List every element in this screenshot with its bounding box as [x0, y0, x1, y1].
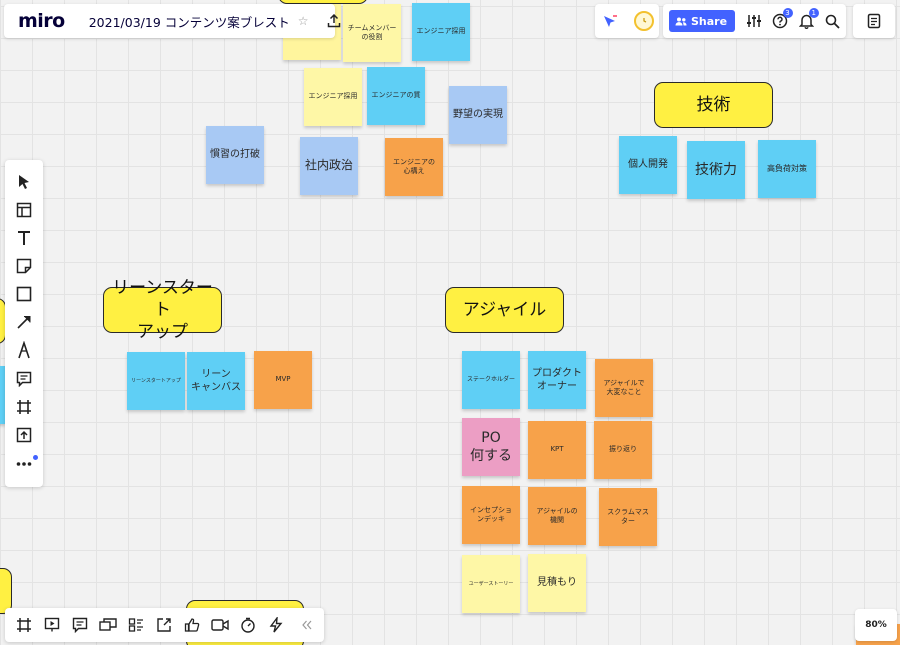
notification-bell-icon[interactable]: 1: [794, 7, 820, 35]
sticky-note[interactable]: 技術力: [687, 141, 745, 199]
sticky-note[interactable]: 高負荷対策: [758, 140, 816, 198]
help-icon[interactable]: 3: [767, 7, 793, 35]
video-call-icon[interactable]: [208, 613, 232, 637]
screen-share-icon[interactable]: [96, 613, 120, 637]
sticky-note-icon[interactable]: [12, 254, 36, 278]
search-icon[interactable]: [820, 7, 846, 35]
sticky-note[interactable]: ステークホルダー: [462, 351, 520, 409]
templates-icon[interactable]: [12, 198, 36, 222]
sticky-note[interactable]: KPT: [528, 421, 586, 479]
collaboration-bar: [595, 4, 659, 38]
cards-icon[interactable]: [124, 613, 148, 637]
sticky-note[interactable]: 社内政治: [300, 137, 358, 195]
notification-badge: 1: [808, 8, 819, 18]
miro-logo[interactable]: miro: [4, 10, 79, 32]
sticky-note[interactable]: インセプショ ンデッキ: [462, 486, 520, 544]
sticky-note[interactable]: ユーザーストーリー: [462, 555, 520, 613]
frame-label-lean-startup[interactable]: リーンスタート アップ: [103, 278, 222, 342]
help-badge: 3: [782, 8, 793, 18]
connection-line-icon[interactable]: [12, 310, 36, 334]
share-button[interactable]: Share: [669, 10, 736, 32]
board-header: miro 2021/03/19 コンテンツ案ブレスト ☆: [4, 4, 340, 38]
select-icon[interactable]: [12, 170, 36, 194]
new-feature-dot: [33, 455, 38, 460]
sticky-note[interactable]: アジャイルで 大変なこと: [595, 359, 653, 417]
sticky-note[interactable]: 慣習の打破: [206, 126, 264, 184]
timer-icon[interactable]: [236, 613, 260, 637]
zoom-level[interactable]: 80%: [855, 609, 897, 641]
sticky-note[interactable]: アジャイルの 機関: [528, 487, 586, 545]
star-icon[interactable]: ☆: [298, 14, 321, 28]
frames-icon[interactable]: [12, 613, 36, 637]
sticky-note[interactable]: エンジニアの質: [367, 67, 425, 125]
share-label: Share: [691, 14, 728, 28]
left-toolbar: [5, 160, 43, 487]
frame-label-agile[interactable]: アジャイル: [445, 287, 564, 333]
sticky-note[interactable]: 個人開発: [619, 136, 677, 194]
board-canvas[interactable]: 発 チームメンバー の役割 エンジニア採用 エンジニア採用 エンジニアの質 野望…: [0, 0, 900, 645]
text-icon[interactable]: [12, 226, 36, 250]
timer-icon[interactable]: [630, 7, 658, 35]
presentation-icon[interactable]: [40, 613, 64, 637]
sticky-note[interactable]: プロダクト オーナー: [528, 351, 586, 409]
notes-list-icon[interactable]: [860, 7, 888, 35]
sticky-note[interactable]: 振り返り: [594, 421, 652, 479]
sticky-note[interactable]: エンジニア採用: [412, 3, 470, 61]
vote-icon[interactable]: [180, 613, 204, 637]
bottom-toolbar: [5, 608, 324, 642]
sticky-note[interactable]: MVP: [254, 351, 312, 409]
sticky-note[interactable]: 野望の実現: [449, 86, 507, 144]
integrations-icon[interactable]: [264, 613, 288, 637]
shape-icon[interactable]: [12, 282, 36, 306]
sticky-note[interactable]: エンジニア採用: [304, 68, 362, 126]
settings-sliders-icon[interactable]: [741, 7, 767, 35]
comments-icon[interactable]: [68, 613, 92, 637]
frame-icon[interactable]: [12, 395, 36, 419]
export-icon[interactable]: [327, 7, 341, 35]
collapse-icon[interactable]: [295, 613, 319, 637]
upload-icon[interactable]: [12, 423, 36, 447]
share-toolbar: Share 3 1: [663, 4, 846, 38]
sticky-note[interactable]: エンジニアの 心構え: [385, 138, 443, 196]
sticky-note[interactable]: スクラムマス ター: [599, 488, 657, 546]
board-menu: [853, 4, 895, 38]
pen-icon[interactable]: [12, 338, 36, 362]
export-board-icon[interactable]: [152, 613, 176, 637]
sticky-note[interactable]: リーンスタートアップ: [127, 352, 185, 410]
sticky-note[interactable]: 見積もり: [528, 554, 586, 612]
frame-label-gijutsu[interactable]: 技術: [654, 82, 773, 128]
comment-icon[interactable]: [12, 367, 36, 391]
board-title[interactable]: 2021/03/19 コンテンツ案ブレスト: [79, 12, 298, 31]
sticky-note[interactable]: チームメンバー の役割: [343, 4, 401, 62]
sticky-note[interactable]: リーン キャンバス: [187, 352, 245, 410]
sticky-note[interactable]: PO 何する: [462, 418, 520, 476]
cursor-follow-icon[interactable]: [596, 7, 624, 35]
